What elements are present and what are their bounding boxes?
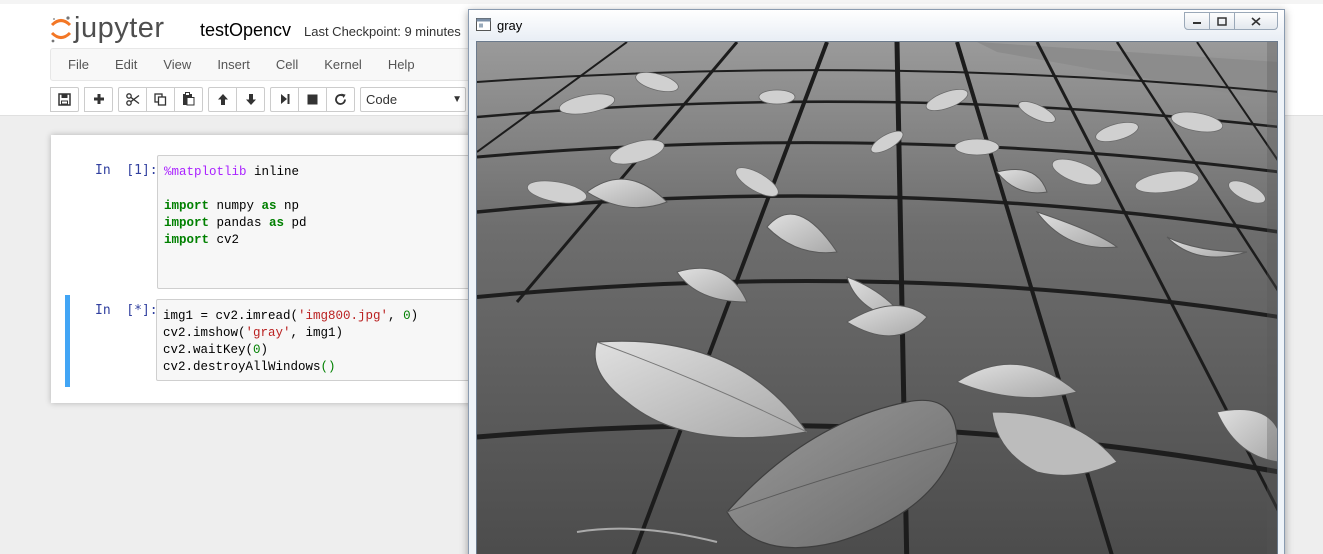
code-line: import cv2 bbox=[164, 232, 480, 249]
arrow-up-icon bbox=[217, 93, 228, 105]
code-line: img1 = cv2.imread('img800.jpg', 0) bbox=[163, 308, 479, 325]
save-icon bbox=[58, 92, 71, 106]
code-token: import bbox=[164, 216, 210, 230]
code-line: import pandas as pd bbox=[164, 215, 480, 232]
arrow-down-icon bbox=[245, 93, 256, 105]
code-token: np bbox=[276, 199, 300, 213]
code-token: as bbox=[261, 199, 277, 213]
code-token: import bbox=[164, 199, 210, 213]
maximize-button[interactable] bbox=[1209, 12, 1235, 30]
close-icon bbox=[1251, 16, 1261, 26]
menu-file[interactable]: File bbox=[55, 49, 102, 80]
checkpoint-status: Last Checkpoint: 9 minutes bbox=[304, 24, 461, 39]
notebook-container: In [1]: %matplotlib inline import numpy a… bbox=[51, 135, 487, 403]
grayscale-leaves-on-pavement-image bbox=[477, 42, 1277, 554]
close-button[interactable] bbox=[1234, 12, 1278, 30]
minimize-button[interactable] bbox=[1184, 12, 1210, 30]
paste-button[interactable] bbox=[174, 86, 203, 112]
code-token: as bbox=[269, 216, 285, 230]
code-line: cv2.waitKey(0) bbox=[163, 342, 479, 359]
window-title: gray bbox=[497, 18, 523, 33]
cut-icon bbox=[125, 92, 139, 106]
code-token: cv2.waitKey( bbox=[163, 343, 254, 357]
jupyter-logo[interactable]: jupyter bbox=[50, 12, 165, 45]
window-app-icon bbox=[476, 18, 491, 31]
stop-icon bbox=[307, 94, 318, 104]
code-editor[interactable]: %matplotlib inline import numpy as np impo… bbox=[157, 155, 487, 289]
run-cell-button[interactable] bbox=[270, 86, 299, 112]
paste-icon bbox=[183, 92, 195, 106]
window-controls bbox=[1184, 12, 1278, 30]
code-cell-1[interactable]: In [1]: %matplotlib inline import numpy a… bbox=[67, 155, 487, 289]
menu-bar: File Edit View Insert Cell Kernel Help bbox=[50, 48, 470, 81]
menu-help[interactable]: Help bbox=[375, 49, 428, 80]
menu-cell[interactable]: Cell bbox=[263, 49, 311, 80]
cut-button[interactable] bbox=[118, 86, 147, 112]
maximize-icon bbox=[1217, 16, 1227, 26]
code-token: img1 = cv2.imread( bbox=[163, 309, 299, 323]
code-token: , img1) bbox=[290, 326, 344, 340]
code-token: , bbox=[388, 309, 404, 323]
code-token: 0 bbox=[403, 309, 411, 323]
code-token: 0 bbox=[253, 343, 261, 357]
notebook-name[interactable]: testOpencv bbox=[200, 20, 291, 41]
move-up-button[interactable] bbox=[208, 86, 237, 112]
opencv-image-window[interactable]: gray bbox=[468, 9, 1285, 554]
cell-prompt: In [*]: bbox=[95, 303, 158, 318]
code-token: ) bbox=[410, 309, 419, 323]
code-token: numpy bbox=[209, 199, 262, 213]
code-token: pandas bbox=[209, 216, 270, 230]
toolbar: Code ▼ bbox=[50, 86, 466, 112]
minimize-icon bbox=[1193, 22, 1201, 24]
code-token: %matplotlib bbox=[164, 165, 247, 179]
menu-insert[interactable]: Insert bbox=[204, 49, 263, 80]
logo-text: jupyter bbox=[74, 12, 165, 44]
cell-prompt: In [1]: bbox=[95, 163, 158, 178]
interrupt-kernel-button[interactable] bbox=[298, 86, 327, 112]
copy-icon bbox=[154, 92, 167, 106]
copy-button[interactable] bbox=[146, 86, 175, 112]
code-editor[interactable]: img1 = cv2.imread('img800.jpg', 0) cv2.im… bbox=[156, 299, 486, 381]
code-token: () bbox=[320, 360, 336, 374]
code-line: cv2.imshow('gray', img1) bbox=[163, 325, 479, 342]
code-token: 'img800.jpg' bbox=[298, 309, 389, 323]
code-token: 'gray' bbox=[245, 326, 291, 340]
cell-type-select[interactable]: Code ▼ bbox=[360, 86, 466, 112]
run-step-icon bbox=[280, 94, 289, 104]
menu-kernel[interactable]: Kernel bbox=[311, 49, 375, 80]
code-token: ) bbox=[260, 343, 269, 357]
code-line: import numpy as np bbox=[164, 198, 480, 215]
move-down-button[interactable] bbox=[236, 86, 265, 112]
plus-icon bbox=[93, 94, 104, 104]
restart-kernel-button[interactable] bbox=[326, 86, 355, 112]
save-button[interactable] bbox=[50, 86, 79, 112]
code-token: cv2.destroyAllWindows bbox=[163, 360, 321, 374]
chevron-down-icon: ▼ bbox=[452, 93, 462, 105]
cell-type-value: Code bbox=[366, 91, 398, 107]
code-token: inline bbox=[246, 165, 300, 179]
code-cell-2-selected[interactable]: In [*]: img1 = cv2.imread('img800.jpg', … bbox=[65, 295, 486, 387]
grayscale-image-display bbox=[476, 41, 1278, 554]
code-line: cv2.destroyAllWindows() bbox=[163, 359, 479, 376]
code-line: %matplotlib inline bbox=[164, 164, 480, 181]
code-token: import bbox=[164, 233, 210, 247]
menu-edit[interactable]: Edit bbox=[102, 49, 150, 80]
code-token: pd bbox=[284, 216, 307, 230]
insert-cell-button[interactable] bbox=[84, 86, 113, 112]
browser-strip bbox=[0, 0, 1323, 4]
menu-view[interactable]: View bbox=[150, 49, 204, 80]
restart-icon bbox=[335, 93, 346, 105]
code-token: cv2.imshow( bbox=[163, 326, 246, 340]
window-titlebar[interactable]: gray bbox=[469, 10, 1284, 40]
jupyter-logo-icon bbox=[50, 15, 72, 42]
code-token: cv2 bbox=[209, 233, 240, 247]
